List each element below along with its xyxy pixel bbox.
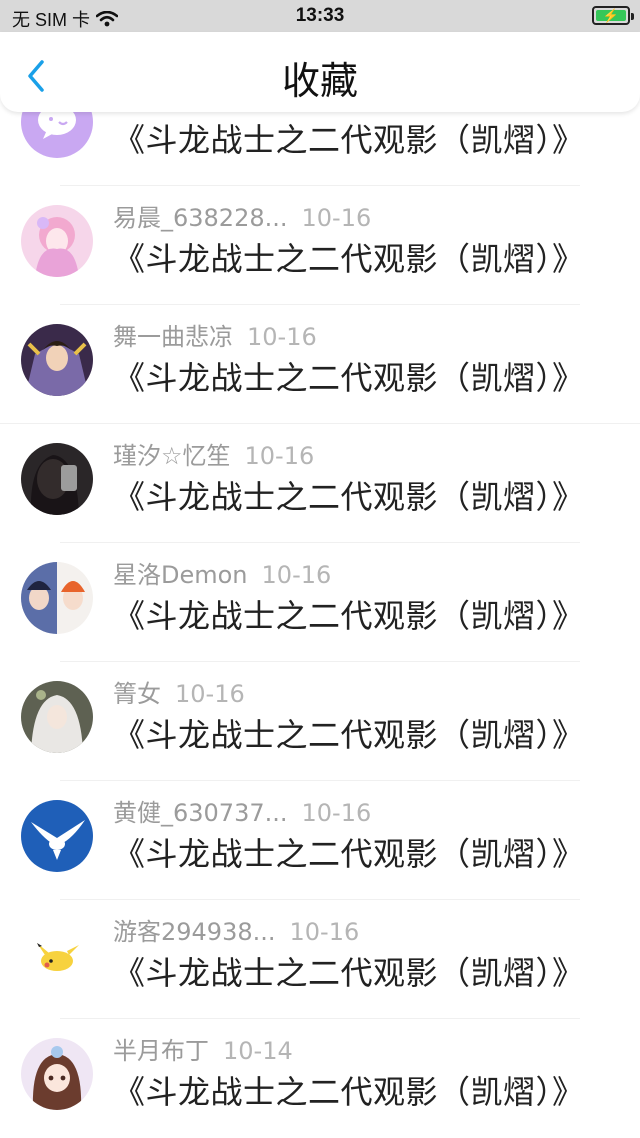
- avatar: [21, 919, 93, 991]
- item-date: 10-16: [261, 561, 332, 589]
- avatar: [21, 205, 93, 277]
- avatar: [21, 1038, 93, 1110]
- item-date: 10-16: [175, 680, 245, 708]
- item-meta: 半月布丁 10-14: [113, 1031, 293, 1066]
- status-bar: 无 SIM 卡 13:33 ⚡: [0, 0, 640, 32]
- list-item[interactable]: 箐女 10-16 《斗龙战士之二代观影（凯熠）》: [0, 662, 640, 781]
- list-item[interactable]: 游客294938... 10-16 《斗龙战士之二代观影（凯熠）》: [0, 900, 640, 1019]
- item-date: 10-16: [247, 323, 317, 351]
- list-item[interactable]: 星洛Demon 10-16 《斗龙战士之二代观影（凯熠）》: [0, 543, 640, 662]
- item-date: 10-14: [223, 1037, 293, 1065]
- list-item[interactable]: 易晨_638228... 10-16 《斗龙战士之二代观影（凯熠）》: [0, 186, 640, 305]
- avatar: [21, 324, 93, 396]
- author-name: 星洛Demon: [113, 561, 248, 589]
- avatar: [21, 681, 93, 753]
- list-item[interactable]: 半月布丁 10-14 《斗龙战士之二代观影（凯熠）》: [0, 1019, 640, 1138]
- item-title: 《斗龙战士之二代观影（凯熠）》: [113, 716, 585, 754]
- item-title: 《斗龙战士之二代观影（凯熠）》: [113, 1073, 585, 1111]
- navigation-bar: 收藏: [0, 32, 640, 112]
- author-name: 易晨_638228...: [113, 204, 288, 232]
- item-title: 《斗龙战士之二代观影（凯熠）》: [113, 121, 585, 159]
- item-title: 《斗龙战士之二代观影（凯熠）》: [113, 835, 585, 873]
- item-title: 《斗龙战士之二代观影（凯熠）》: [113, 954, 585, 992]
- item-title: 《斗龙战士之二代观影（凯熠）》: [113, 478, 585, 516]
- favorites-list[interactable]: 《斗龙战士之二代观影（凯熠）》 易晨_638228... 10-16 《斗龙战士之…: [0, 0, 640, 1138]
- author-name: 箐女: [113, 680, 161, 708]
- list-item[interactable]: 瑾汐☆忆笙 10-16 《斗龙战士之二代观影（凯熠）》: [0, 424, 640, 543]
- item-meta: 游客294938... 10-16: [113, 912, 359, 947]
- item-meta: 易晨_638228... 10-16: [113, 198, 371, 233]
- author-name: 瑾汐☆忆笙: [113, 442, 231, 470]
- clock: 13:33: [295, 5, 345, 26]
- author-name: 舞一曲悲凉: [113, 323, 233, 351]
- item-date: 10-16: [301, 204, 372, 232]
- item-date: 10-16: [289, 918, 360, 946]
- item-date: 10-16: [244, 442, 315, 470]
- avatar: [21, 562, 93, 634]
- battery-icon: ⚡: [592, 6, 634, 25]
- author-name: 游客294938...: [113, 918, 276, 946]
- item-title: 《斗龙战士之二代观影（凯熠）》: [113, 240, 585, 278]
- list-item[interactable]: 黄健_630737... 10-16 《斗龙战士之二代观影（凯熠）》: [0, 781, 640, 900]
- list-item[interactable]: 舞一曲悲凉 10-16 《斗龙战士之二代观影（凯熠）》: [0, 305, 640, 424]
- favorites-screen: 《斗龙战士之二代观影（凯熠）》 易晨_638228... 10-16 《斗龙战士之…: [0, 0, 640, 1138]
- item-date: 10-16: [301, 799, 372, 827]
- item-meta: 箐女 10-16: [113, 674, 245, 709]
- item-meta: 黄健_630737... 10-16: [113, 793, 371, 828]
- item-title: 《斗龙战士之二代观影（凯熠）》: [113, 359, 585, 397]
- item-meta: 星洛Demon 10-16: [113, 555, 331, 590]
- author-name: 黄健_630737...: [113, 799, 288, 827]
- author-name: 半月布丁: [113, 1037, 209, 1065]
- charging-bolt-icon: ⚡: [602, 7, 620, 23]
- item-title: 《斗龙战士之二代观影（凯熠）》: [113, 597, 585, 635]
- avatar: [21, 800, 93, 872]
- avatar: [21, 443, 93, 515]
- item-meta: 瑾汐☆忆笙 10-16: [113, 436, 314, 471]
- page-title: 收藏: [281, 59, 358, 103]
- item-meta: 舞一曲悲凉 10-16: [113, 317, 317, 352]
